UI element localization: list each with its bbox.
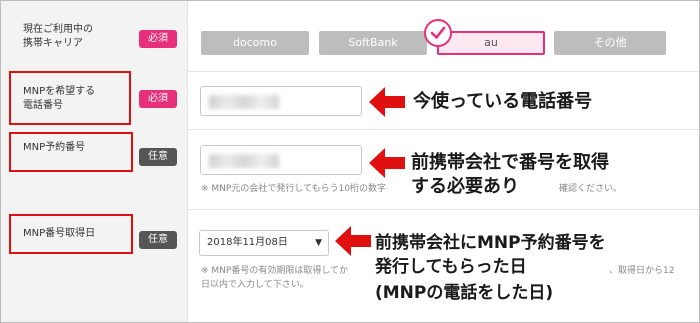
highlight-box-mnp-date: [9, 214, 133, 254]
callout-date-line3: (MNPの電話をした日): [375, 281, 554, 305]
required-badge: 必須: [139, 90, 177, 108]
optional-badge: 任意: [139, 231, 177, 249]
required-badge: 必須: [139, 30, 177, 48]
chevron-down-icon: ▼: [315, 238, 322, 248]
masked-value: [209, 95, 279, 109]
carrier-option-docomo[interactable]: docomo: [201, 31, 309, 55]
arrow-left-icon: [369, 87, 405, 117]
mnp-date-note-line2: 日以内で入力して下さい。: [201, 280, 309, 290]
mnp-date-note-line1-end: 、取得日から12: [609, 266, 675, 276]
callout-phone: 今使っている電話番号: [413, 90, 593, 114]
mnp-form-panel: 現在ご利用中の 携帯キャリア 必須 docomo SoftBank au その他…: [0, 0, 700, 323]
carrier-row: 現在ご利用中の 携帯キャリア 必須 docomo SoftBank au その他: [1, 1, 699, 72]
mnp-date-select[interactable]: 2018年11月08日 ▼: [199, 230, 329, 256]
check-icon: [424, 19, 452, 47]
arrow-left-icon: [335, 226, 371, 256]
mnp-reserve-note-end: 確認ください。: [559, 184, 623, 194]
carrier-option-other[interactable]: その他: [554, 31, 666, 55]
arrow-left-icon: [369, 148, 405, 178]
callout-reserve-line1: 前携帯会社で番号を取得: [411, 151, 609, 175]
highlight-box-mnp-reserve: [9, 132, 133, 172]
highlight-box-mnp-phone: [9, 71, 131, 125]
mnp-date-value: 2018年11月08日: [207, 237, 288, 248]
optional-badge: 任意: [139, 148, 177, 166]
mnp-date-note-line1: ※ MNP番号の有効期限は取得してか: [201, 266, 349, 276]
carrier-option-softbank[interactable]: SoftBank: [319, 31, 427, 55]
callout-date-line2: 発行してもらった日: [375, 255, 531, 279]
callout-date-line1: 前携帯会社にMNP予約番号を: [375, 231, 606, 255]
carrier-label-cell: 現在ご利用中の 携帯キャリア 必須: [1, 1, 188, 71]
mnp-phone-input[interactable]: [200, 86, 362, 116]
callout-reserve-line2: する必要あり: [411, 175, 523, 199]
masked-value: [209, 154, 279, 168]
carrier-option-au[interactable]: au: [437, 31, 545, 55]
carrier-label: 現在ご利用中の 携帯キャリア: [23, 24, 93, 49]
mnp-reserve-input[interactable]: [200, 145, 362, 175]
mnp-reserve-note: ※ MNP元の会社で発行してもらう10桁の数字: [201, 184, 387, 194]
